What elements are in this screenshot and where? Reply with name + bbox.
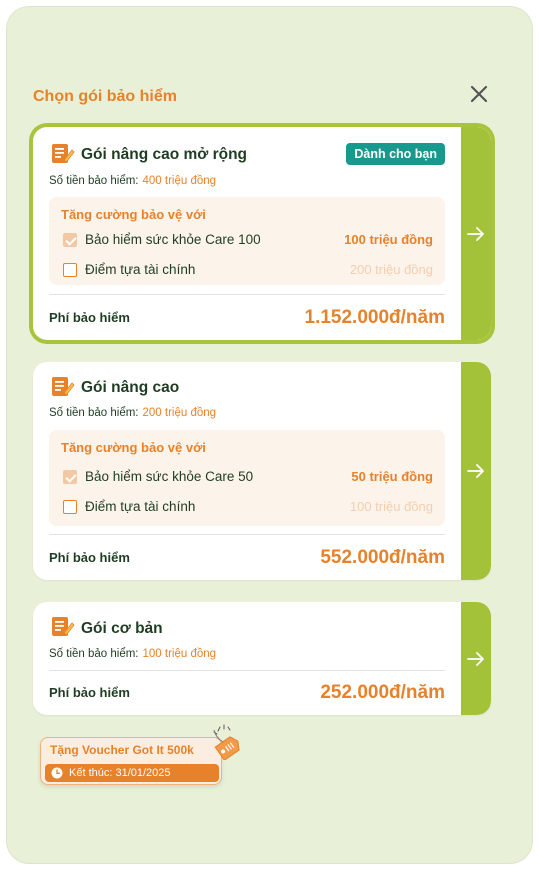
plan-card-extended[interactable]: Gói nâng cao mở rộng Dành cho bạn Số tiề…	[33, 127, 491, 340]
insured-sum-label: Số tiền bảo hiểm:	[49, 175, 139, 187]
voucher-tag-icon	[213, 724, 240, 760]
addon-checkbox-financial[interactable]	[63, 500, 77, 514]
insured-sum-label: Số tiền bảo hiểm:	[49, 648, 139, 660]
fee-value: 1.152.000đ/năm	[304, 307, 445, 328]
addon-value: 200 triệu đồng	[349, 262, 433, 277]
addon-title: Tăng cường bảo vệ với	[61, 207, 206, 222]
plan-card-basic[interactable]: Gói cơ bản Số tiền bảo hiểm: 100 triệu đồ…	[33, 602, 491, 715]
insured-sum-line: Số tiền bảo hiểm: 100 triệu đồng	[49, 648, 216, 660]
addon-checkbox-financial[interactable]	[63, 263, 77, 277]
plan-name: Gói cơ bản	[81, 620, 163, 637]
divider	[49, 534, 445, 535]
insured-sum-value: 400 triệu đồng	[142, 175, 217, 187]
sheet-title: Chọn gói bảo hiểm	[33, 88, 177, 105]
clock-icon	[51, 767, 63, 779]
addon-value: 100 triệu đồng	[349, 499, 433, 514]
document-pen-icon	[52, 377, 75, 396]
divider	[49, 294, 445, 295]
plan-card-body: Gói nâng cao mở rộng Dành cho bạn Số tiề…	[49, 127, 445, 340]
addon-label: Điểm tựa tài chính	[85, 499, 196, 514]
insured-sum-value: 100 triệu đồng	[142, 648, 217, 660]
arrow-right-icon[interactable]	[467, 226, 485, 241]
addon-box: Tăng cường bảo vệ với Bảo hiểm sức khỏe …	[49, 430, 445, 526]
addon-value: 100 triệu đồng	[344, 232, 433, 247]
insured-sum-value: 200 triệu đồng	[142, 407, 217, 419]
fee-label: Phí bảo hiểm	[49, 685, 130, 700]
fee-value: 552.000đ/năm	[320, 547, 445, 568]
plan-name: Gói nâng cao mở rộng	[81, 146, 248, 163]
addon-row-financial[interactable]: Điểm tựa tài chính 200 triệu đồng	[63, 261, 433, 279]
voucher-title: Tặng Voucher Got It 500k	[50, 743, 194, 757]
addon-row-care[interactable]: Bảo hiểm sức khỏe Care 50 50 triệu đồng	[63, 468, 433, 486]
voucher-expiry-text: Kết thúc: 31/01/2025	[69, 767, 171, 779]
plan-card-body: Gói cơ bản Số tiền bảo hiểm: 100 triệu đồ…	[49, 602, 445, 715]
addon-box: Tăng cường bảo vệ với Bảo hiểm sức khỏe …	[49, 197, 445, 285]
select-plan-button[interactable]	[461, 602, 491, 715]
insured-sum-line: Số tiền bảo hiểm: 200 triệu đồng	[49, 407, 216, 419]
plan-card-advanced[interactable]: Gói nâng cao Số tiền bảo hiểm: 200 triệu …	[33, 362, 491, 580]
sheet-header: Chọn gói bảo hiểm	[33, 80, 493, 110]
fee-value: 252.000đ/năm	[320, 682, 445, 703]
addon-row-financial[interactable]: Điểm tựa tài chính 100 triệu đồng	[63, 498, 433, 516]
voucher-promo[interactable]: Tặng Voucher Got It 500k Kết thúc: 31/01…	[40, 737, 222, 785]
addon-label: Điểm tựa tài chính	[85, 262, 196, 277]
addon-checkbox-care[interactable]	[63, 470, 77, 484]
arrow-right-icon[interactable]	[467, 651, 485, 666]
close-button[interactable]	[465, 80, 493, 108]
fee-label: Phí bảo hiểm	[49, 550, 130, 565]
arrow-right-icon[interactable]	[467, 464, 485, 478]
recommended-badge: Dành cho bạn	[346, 143, 445, 165]
document-pen-icon	[52, 617, 75, 636]
insured-sum-line: Số tiền bảo hiểm: 400 triệu đồng	[49, 175, 216, 187]
close-icon[interactable]	[465, 80, 493, 108]
addon-row-care[interactable]: Bảo hiểm sức khỏe Care 100 100 triệu đồn…	[63, 231, 433, 249]
voucher-expiry: Kết thúc: 31/01/2025	[45, 764, 219, 782]
select-plan-button[interactable]	[461, 362, 491, 580]
plan-card-body: Gói nâng cao Số tiền bảo hiểm: 200 triệu …	[49, 362, 445, 580]
fee-label: Phí bảo hiểm	[49, 310, 130, 325]
plan-name: Gói nâng cao	[81, 379, 180, 396]
insured-sum-label: Số tiền bảo hiểm:	[49, 407, 139, 419]
addon-value: 50 triệu đồng	[351, 469, 433, 484]
addon-label: Bảo hiểm sức khỏe Care 100	[85, 232, 261, 247]
divider	[49, 670, 445, 671]
document-pen-icon	[52, 144, 75, 163]
addon-checkbox-care[interactable]	[63, 233, 77, 247]
select-plan-button[interactable]	[461, 127, 491, 340]
addon-label: Bảo hiểm sức khỏe Care 50	[85, 469, 254, 484]
addon-title: Tăng cường bảo vệ với	[61, 440, 206, 455]
